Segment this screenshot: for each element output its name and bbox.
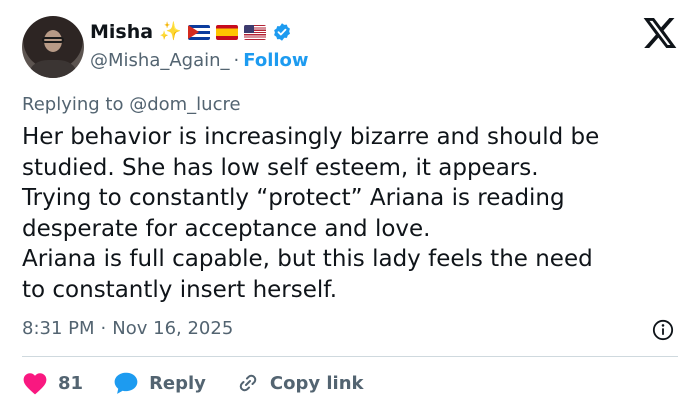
info-icon[interactable] bbox=[652, 319, 674, 341]
verified-badge-icon bbox=[273, 23, 290, 41]
tweet-text: Her behavior is increasingly bizarre and… bbox=[22, 124, 600, 303]
reply-label: Reply bbox=[149, 372, 206, 394]
like-button[interactable]: 81 bbox=[22, 371, 83, 395]
author-handle[interactable]: @Misha_Again_ bbox=[90, 50, 230, 71]
sparkles-icon: ✨ bbox=[159, 21, 182, 42]
avatar-shirt bbox=[30, 60, 76, 78]
copy-link-button[interactable]: Copy link bbox=[236, 371, 364, 395]
follow-button[interactable]: Follow bbox=[243, 50, 308, 71]
reply-button[interactable]: Reply bbox=[113, 371, 206, 395]
heart-icon bbox=[23, 373, 47, 395]
copy-link-label: Copy link bbox=[269, 372, 364, 394]
like-count: 81 bbox=[58, 372, 84, 394]
timestamp-separator: · bbox=[100, 318, 107, 339]
flag-spain-icon bbox=[215, 24, 238, 40]
flag-usa-icon bbox=[243, 24, 266, 40]
timestamp[interactable]: 8:31 PM · Nov 16, 2025 bbox=[22, 318, 233, 339]
avatar[interactable] bbox=[22, 16, 84, 78]
author-name-row: Misha ✨ bbox=[90, 20, 292, 44]
author-display-name[interactable]: Misha bbox=[90, 21, 153, 43]
divider bbox=[22, 356, 678, 357]
avatar-glasses bbox=[42, 37, 64, 43]
timestamp-date: Nov 16, 2025 bbox=[112, 318, 234, 339]
timestamp-time: 8:31 PM bbox=[22, 318, 95, 339]
tweet-card: Misha ✨ @Misha_Again_ · Follow Replying … bbox=[0, 0, 700, 410]
x-logo-icon[interactable] bbox=[643, 18, 677, 48]
handle-separator: · bbox=[233, 49, 240, 71]
link-icon bbox=[239, 374, 257, 392]
flag-cuba-icon bbox=[187, 24, 210, 40]
action-bar: 81 Reply Copy link bbox=[22, 368, 394, 398]
replying-to[interactable]: Replying to @dom_lucre bbox=[22, 94, 241, 115]
reply-bubble-icon bbox=[114, 372, 138, 394]
author-handle-row: @Misha_Again_ · Follow bbox=[90, 48, 309, 72]
